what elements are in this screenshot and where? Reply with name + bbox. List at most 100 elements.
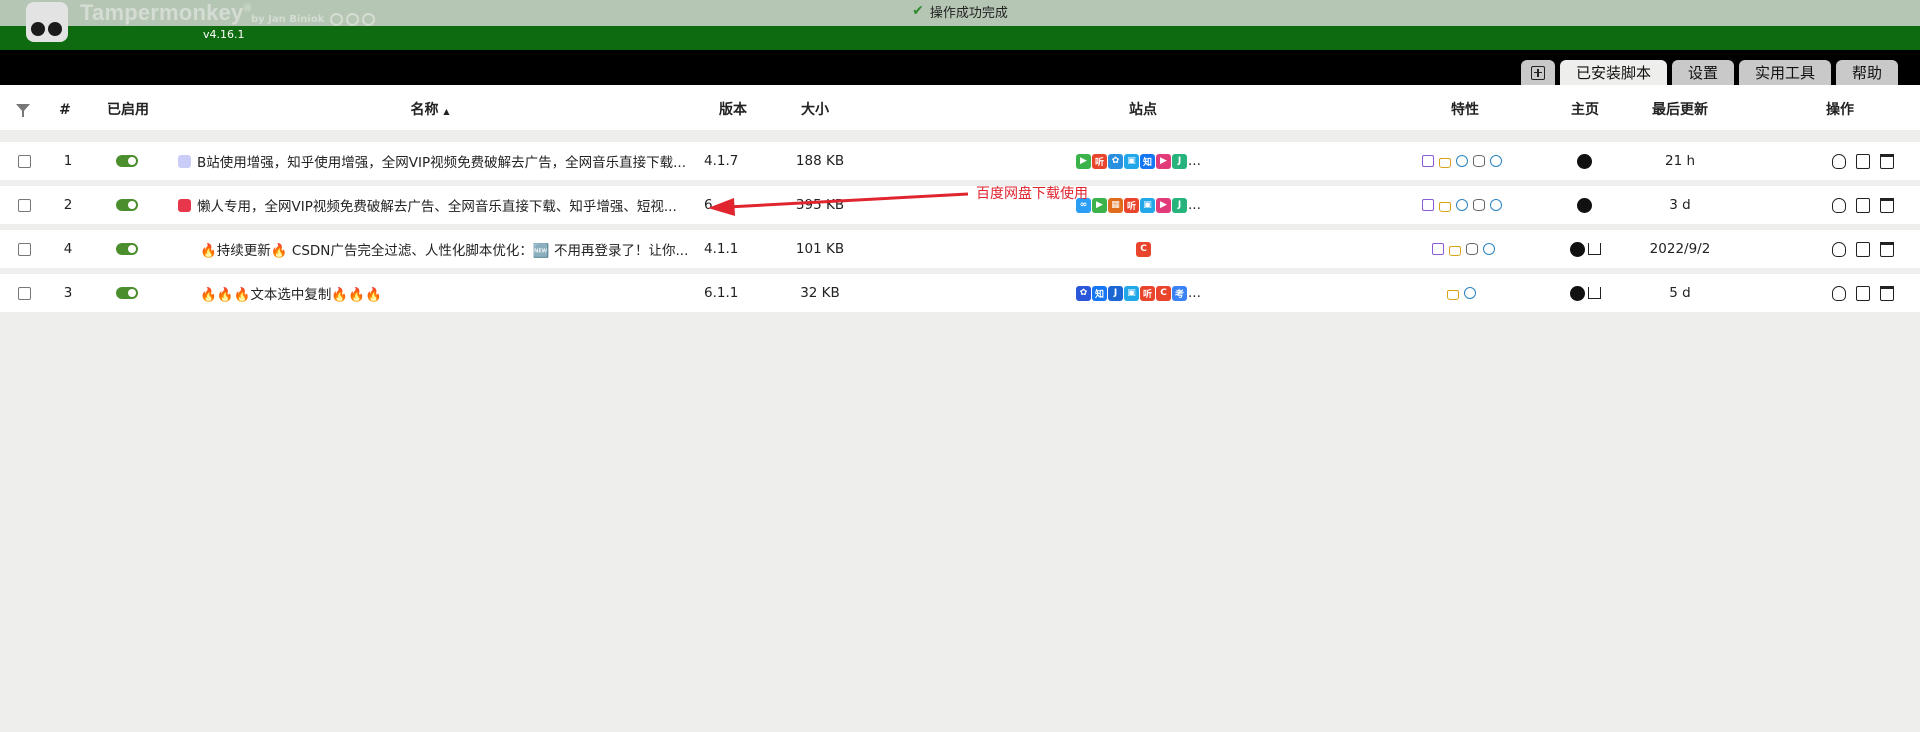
- site-icon: C: [1156, 285, 1171, 301]
- globe-icon: [1456, 155, 1468, 167]
- edit-icon[interactable]: [1856, 197, 1870, 213]
- script-version: 6.: [704, 197, 717, 213]
- script-name[interactable]: 懒人专用，全网VIP视频免费破解去广告、全网音乐直接下载、知乎增强、短视...: [178, 186, 698, 224]
- tab-utilities[interactable]: 实用工具: [1738, 60, 1831, 85]
- row-actions: [1832, 142, 1912, 180]
- sites-more: ...: [1188, 285, 1201, 301]
- site-icon: ▣: [1140, 197, 1155, 213]
- brand-author[interactable]: by Jan Biniok: [251, 14, 324, 25]
- row-actions: [1832, 186, 1912, 224]
- last-updated[interactable]: 3 d: [1640, 186, 1720, 224]
- homepage-icon[interactable]: [1570, 285, 1585, 301]
- last-updated[interactable]: 2022/9/2: [1640, 230, 1720, 268]
- site-icon: ▣: [1124, 153, 1139, 169]
- row-checkbox[interactable]: [18, 198, 31, 212]
- script-features: [1422, 142, 1522, 180]
- tab-installed-scripts[interactable]: 已安装脚本: [1559, 60, 1667, 85]
- trash-icon[interactable]: [1880, 197, 1894, 213]
- notice-text: 操作成功完成: [929, 5, 1008, 21]
- instagram-icon[interactable]: [362, 13, 375, 26]
- site-icon: 知: [1140, 153, 1155, 169]
- trash-icon[interactable]: [1880, 285, 1894, 301]
- brand-name: Tampermonkey®: [80, 0, 252, 26]
- script-name[interactable]: B站使用增强，知乎使用增强，全网VIP视频免费破解去广告，全网音乐直接下载...: [178, 142, 698, 180]
- script-icon: [178, 154, 191, 168]
- row-checkbox[interactable]: [18, 286, 31, 300]
- row-num: 2: [63, 197, 73, 213]
- script-name-text: B站使用增强，知乎使用增强，全网VIP视频免费破解去广告，全网音乐直接下载...: [197, 155, 686, 171]
- homepage-icon[interactable]: [1577, 153, 1592, 169]
- site-icon: 听: [1092, 153, 1107, 169]
- homepage-icon[interactable]: [1570, 241, 1585, 257]
- row-checkbox[interactable]: [18, 242, 31, 256]
- site-icon: ✿: [1076, 285, 1091, 301]
- last-updated[interactable]: 21 h: [1640, 142, 1720, 180]
- col-num[interactable]: #: [55, 85, 75, 136]
- info-icon: [1483, 243, 1495, 255]
- filter-icon[interactable]: [16, 104, 30, 117]
- debug-icon[interactable]: [1832, 285, 1846, 301]
- home-icon[interactable]: [1588, 243, 1601, 255]
- site-icon: 听: [1124, 197, 1139, 213]
- row-actions: [1832, 274, 1912, 312]
- sites-more: ...: [1188, 197, 1201, 213]
- enable-toggle[interactable]: [116, 155, 138, 167]
- enable-toggle[interactable]: [116, 243, 138, 255]
- site-icon: 知: [1092, 285, 1107, 301]
- table-row: 1 B站使用增强，知乎使用增强，全网VIP视频免费破解去广告，全网音乐直接下载.…: [0, 142, 1920, 180]
- enable-toggle[interactable]: [116, 199, 138, 211]
- col-sites[interactable]: 站点: [1118, 85, 1168, 136]
- col-features[interactable]: 特性: [1440, 85, 1490, 136]
- script-icon: [178, 198, 191, 212]
- homepage-icon[interactable]: [1577, 197, 1592, 213]
- facebook-icon[interactable]: [346, 13, 359, 26]
- database-icon: [1473, 199, 1485, 211]
- lock-icon: [1439, 157, 1451, 168]
- edit-icon[interactable]: [1856, 241, 1870, 257]
- trash-icon[interactable]: [1880, 153, 1894, 169]
- script-version: 4.1.1: [704, 241, 739, 257]
- debug-icon[interactable]: [1832, 241, 1846, 257]
- doc-icon: [1432, 243, 1444, 255]
- github-icon[interactable]: [330, 13, 343, 26]
- script-size: 395 KB: [795, 197, 845, 213]
- last-updated[interactable]: 5 d: [1640, 274, 1720, 312]
- tab-new-script[interactable]: [1520, 60, 1555, 85]
- col-name-label: 名称: [410, 102, 439, 118]
- home-icon[interactable]: [1588, 287, 1601, 299]
- debug-icon[interactable]: [1832, 197, 1846, 213]
- trash-icon[interactable]: [1880, 241, 1894, 257]
- sites-more: ...: [1188, 153, 1201, 169]
- col-version[interactable]: 版本: [708, 85, 758, 136]
- col-enabled[interactable]: 已启用: [98, 85, 158, 136]
- script-sites: C: [1136, 230, 1156, 268]
- col-size[interactable]: 大小: [790, 85, 840, 136]
- lock-icon: [1439, 201, 1451, 212]
- debug-icon[interactable]: [1832, 153, 1846, 169]
- script-name-text: 懒人专用，全网VIP视频免费破解去广告、全网音乐直接下载、知乎增强、短视...: [197, 199, 677, 215]
- col-actions: 操作: [1826, 102, 1854, 118]
- tabs: 已安装脚本 设置 实用工具 帮助: [1520, 60, 1898, 85]
- tampermonkey-logo[interactable]: [26, 2, 68, 42]
- edit-icon[interactable]: [1856, 285, 1870, 301]
- script-features: [1432, 230, 1512, 268]
- site-icon: ✿: [1108, 153, 1123, 169]
- script-name[interactable]: 🔥持续更新🔥 CSDN广告完全过滤、人性化脚本优化：🆕 不用再登录了！让你...: [200, 230, 690, 268]
- edit-icon[interactable]: [1856, 153, 1870, 169]
- tab-settings[interactable]: 设置: [1671, 60, 1734, 85]
- col-updated[interactable]: 最后更新: [1640, 85, 1720, 136]
- enable-toggle[interactable]: [116, 287, 138, 299]
- table-row: 2 懒人专用，全网VIP视频免费破解去广告、全网音乐直接下载、知乎增强、短视..…: [0, 186, 1920, 224]
- script-sites: ▶ 听 ✿ ▣ 知 ▶ J ...: [1076, 142, 1216, 180]
- site-icon: 考: [1172, 285, 1187, 301]
- info-icon: [1490, 199, 1502, 211]
- row-checkbox[interactable]: [18, 154, 31, 168]
- tab-help[interactable]: 帮助: [1835, 60, 1898, 85]
- plus-icon: [1530, 65, 1545, 80]
- table-header: # 已启用 名称 ▲ 版本 大小 站点 特性 主页 最后更新 操作: [0, 85, 1920, 136]
- col-homepage[interactable]: 主页: [1560, 85, 1610, 136]
- col-name[interactable]: 名称 ▲: [390, 85, 470, 136]
- script-size: 32 KB: [800, 285, 840, 301]
- site-icon: ▶: [1156, 153, 1171, 169]
- script-name[interactable]: 🔥🔥🔥文本选中复制🔥🔥🔥: [200, 274, 690, 312]
